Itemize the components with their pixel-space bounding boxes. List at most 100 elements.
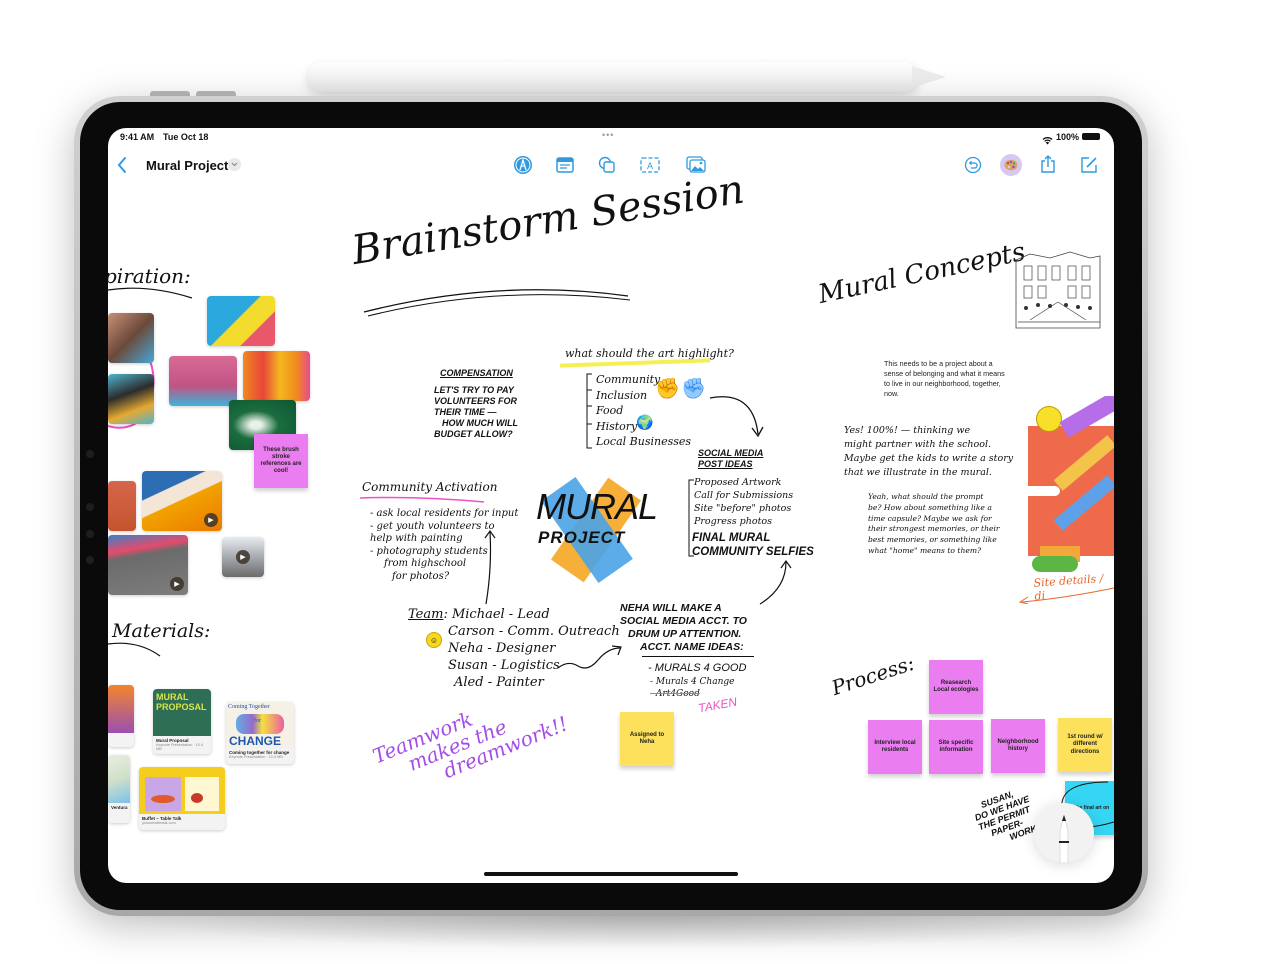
- note-icon: [556, 157, 574, 173]
- reply-line: might partner with the school.: [844, 439, 992, 450]
- material-cover: MURAL PROPOSAL: [153, 689, 211, 736]
- wifi-icon: [1042, 132, 1053, 145]
- reply-line: Yeah, what should the prompt: [868, 492, 984, 501]
- team-member: Aled - Painter: [454, 675, 544, 690]
- new-board-button[interactable]: [1078, 154, 1100, 176]
- sticky-note-interview[interactable]: Interview local residents: [868, 720, 922, 774]
- inspiration-video-portrait[interactable]: ▶: [222, 537, 264, 577]
- social-media-title: Social Media Post Ideas: [698, 448, 763, 470]
- apple-pencil-tip: [912, 66, 946, 88]
- acct-idea-1: - Murals 4 Good: [648, 662, 747, 674]
- neha-note: Neha will make a social media acct. to d…: [620, 602, 747, 654]
- arrow-up-to-activation: [484, 529, 496, 605]
- inspiration-photo-friends[interactable]: [108, 313, 154, 363]
- mural-concepts-heading: Mural Concepts: [815, 236, 1028, 310]
- reply-note-1: Yes! 100%! — thinking we might partner w…: [844, 424, 1013, 480]
- material-card-mural-proposal[interactable]: MURAL PROPOSAL Mural Proposal Keynote Pr…: [153, 689, 211, 754]
- play-icon[interactable]: ▶: [170, 577, 184, 591]
- susan-note: Susan, do we have the permit paper- work: [970, 784, 1041, 851]
- reply-line: what "home" means to them?: [868, 545, 982, 555]
- smiley-sticker: ☺: [426, 632, 442, 648]
- mural-illustration[interactable]: [1020, 396, 1114, 576]
- material-card-map[interactable]: Ventura: [108, 755, 130, 823]
- sticky-note-site[interactable]: Site specific information: [929, 720, 983, 774]
- social-bold-item: Community Selfies: [692, 546, 814, 558]
- text-box-tool-button[interactable]: A: [639, 154, 661, 176]
- cover-text: for: [254, 718, 261, 724]
- building-sketch[interactable]: [1010, 250, 1110, 332]
- social-item: Proposed Artwork: [694, 477, 782, 488]
- inspiration-photo-graffiti-eye[interactable]: [243, 351, 310, 401]
- social-item: Site "before" photos: [694, 503, 792, 514]
- brainstorm-underline: [363, 289, 631, 317]
- arrow-to-social-bottom: [759, 559, 792, 605]
- share-button[interactable]: [1037, 153, 1059, 175]
- collaborators-button[interactable]: [1000, 154, 1022, 176]
- inspiration-video-street-mural[interactable]: ▶: [108, 535, 188, 595]
- acct-idea-3: - Art4Good: [650, 689, 700, 699]
- title-menu-button[interactable]: [228, 158, 241, 171]
- pencil-circle-icon: [514, 156, 532, 174]
- inspiration-video-building[interactable]: ▶: [142, 471, 222, 531]
- squiggle-arrow: [557, 645, 622, 669]
- reply-line: that we illustrate in the mural.: [844, 467, 992, 478]
- neha-note-line: Acct. name ideas:: [640, 641, 744, 653]
- sticky-note-brush[interactable]: These brush stroke references are cool!: [254, 434, 308, 488]
- brainstorm-heading: Brainstorm Session: [348, 166, 748, 274]
- multitasking-dots[interactable]: •••: [602, 130, 614, 140]
- material-card-buffet[interactable]: Buffet – Table Talk jolnourtabletalk.com: [139, 767, 225, 830]
- mural-project-logo[interactable]: MURAL PROJECT: [526, 476, 658, 584]
- undo-button[interactable]: [962, 154, 984, 176]
- pencil-tool-picker[interactable]: [1034, 803, 1094, 863]
- camera-dot: [86, 556, 94, 564]
- team-member: Michael - Lead: [451, 607, 550, 622]
- social-title-line: Post Ideas: [698, 459, 753, 469]
- play-icon[interactable]: ▶: [236, 550, 250, 564]
- sticky-note-research[interactable]: Reasearch Local ecologies: [929, 660, 983, 714]
- reply-line: be? How about something like a: [868, 502, 992, 512]
- back-button[interactable]: [116, 156, 130, 176]
- shapes-tool-button[interactable]: [596, 154, 618, 176]
- compensation-line: Let's try to pay: [434, 385, 514, 395]
- materials-underline: [108, 642, 161, 657]
- inspiration-photo-portrait[interactable]: [108, 374, 154, 424]
- compensation-title: Compensation: [440, 368, 513, 378]
- play-icon[interactable]: ▶: [204, 513, 218, 527]
- material-subtitle: Keynote Presentation · 10.4 MB: [229, 755, 283, 759]
- concept-textbox[interactable]: This needs to be a project about a sense…: [884, 359, 1012, 399]
- globe-emoji: 🌍: [636, 414, 654, 430]
- apple-pencil: [308, 62, 918, 92]
- neha-note-line: drum up attention.: [628, 628, 742, 640]
- camera-dot: [86, 450, 94, 458]
- raised-fist-emoji: ✊: [655, 378, 680, 400]
- inspiration-photo-brick[interactable]: [108, 481, 136, 531]
- sticky-note-tool-button[interactable]: [554, 154, 576, 176]
- reply-line: Maybe get the kids to write a story: [844, 453, 1014, 464]
- inspiration-photo-graffiti-blue[interactable]: [207, 296, 275, 346]
- raised-fist-emoji: ✊: [681, 378, 706, 400]
- board-title[interactable]: Mural Project: [146, 158, 228, 173]
- social-media-bold-list: Final Mural Community Selfies: [692, 531, 814, 559]
- site-details-label: Site details / di: [1033, 571, 1104, 603]
- material-card-coming-together[interactable]: Coming Together for CHANGE Coming togeth…: [226, 702, 294, 764]
- material-title: Ventura: [111, 805, 128, 810]
- home-indicator[interactable]: [484, 872, 738, 876]
- compensation-line: their time —: [434, 407, 497, 417]
- team-label: Team: [408, 607, 444, 622]
- reply-line: time capsule? Maybe we ask for: [868, 513, 992, 523]
- undo-icon: [964, 156, 982, 174]
- neha-note-line: social media acct. to: [620, 615, 747, 627]
- photo-icon: [686, 156, 706, 173]
- material-card-partial[interactable]: [108, 685, 134, 747]
- share-icon: [1041, 155, 1055, 173]
- material-title: Mural Proposal: [156, 738, 189, 743]
- sticky-note-history[interactable]: Neighborhood history: [991, 719, 1045, 773]
- inspiration-photo-basketball-court[interactable]: [169, 356, 237, 406]
- material-subtitle: Keynote Presentation · 10.4 MB: [156, 743, 204, 751]
- pen-tool-button[interactable]: [512, 154, 534, 176]
- palette-avatar-icon: [1004, 159, 1018, 171]
- reply-line: their strongest memories, or their: [868, 524, 1000, 534]
- social-item: Call for Submissions: [694, 490, 794, 501]
- sticky-note-first-round[interactable]: 1st round w/ different directions: [1058, 718, 1112, 772]
- sticky-note-assigned[interactable]: Assigned to Neha: [620, 712, 674, 766]
